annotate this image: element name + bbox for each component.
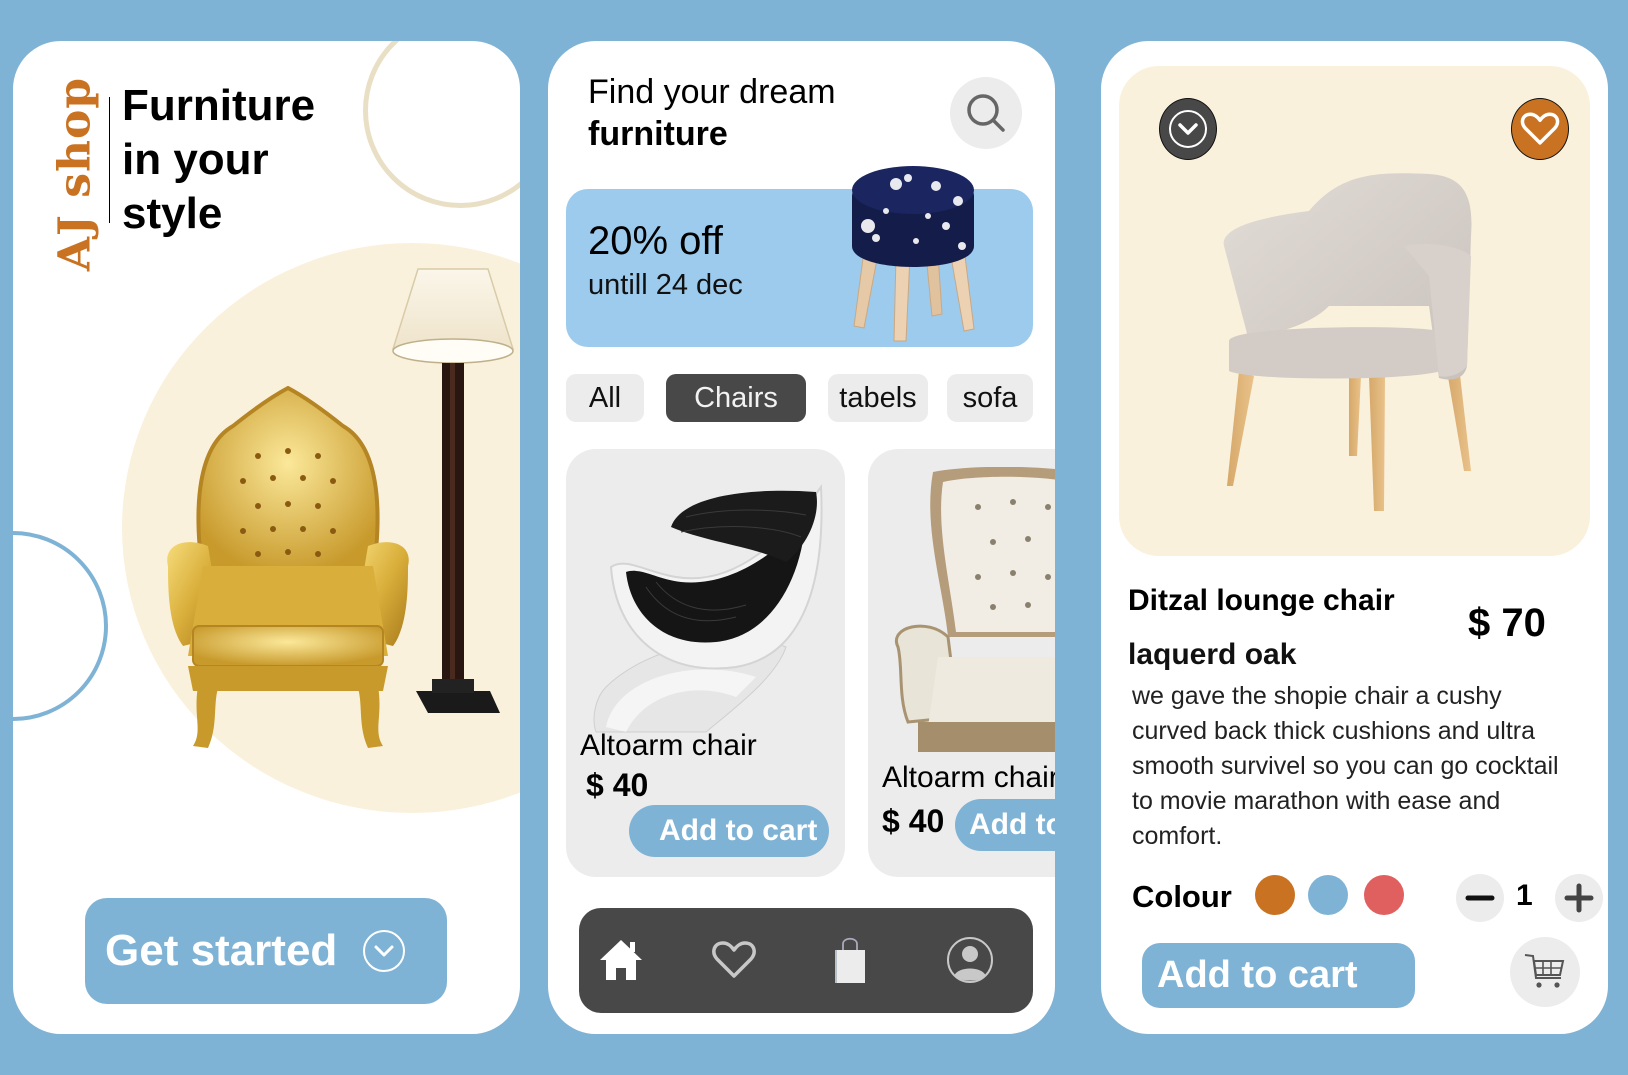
heart-icon	[712, 941, 756, 978]
shopping-cart-icon	[1524, 954, 1565, 988]
hero-title-line: Furniture	[122, 81, 316, 130]
back-button[interactable]	[1159, 98, 1217, 160]
home-title: Find your dream furniture	[588, 71, 836, 155]
product-title: Ditzal lounge chair	[1128, 584, 1395, 617]
search-icon	[967, 94, 1005, 132]
profile-icon	[947, 937, 993, 983]
product-detail-screen: Ditzal lounge chair $ 70 laquerd oak we …	[1101, 41, 1608, 1034]
category-chip-chairs[interactable]: Chairs	[666, 374, 806, 422]
chevron-down-circle-icon	[363, 930, 406, 972]
lounge-chair-image	[1223, 173, 1472, 511]
get-started-button[interactable]: Get started	[85, 898, 447, 1004]
golden-armchair-image	[167, 386, 409, 748]
colour-swatch-red[interactable]	[1364, 875, 1404, 915]
decorative-blue-ring	[13, 531, 108, 721]
brand-logo: AJ shop	[49, 76, 101, 272]
colour-label: Colour	[1132, 879, 1232, 914]
floor-lamp-image	[391, 268, 515, 713]
hero-title-line: in your	[122, 135, 269, 184]
category-chip-all[interactable]: All	[566, 374, 644, 422]
add-to-cart-button[interactable]: Add to cart	[1142, 943, 1415, 1008]
product-price: $ 70	[1468, 601, 1546, 645]
shopping-bag-icon	[835, 937, 865, 983]
throne-chair-image	[894, 467, 1055, 752]
bottom-nav	[579, 908, 1033, 1013]
nav-home[interactable]	[595, 934, 647, 986]
hero-title-line: style	[122, 189, 223, 238]
category-chip-sofa[interactable]: sofa	[947, 374, 1033, 422]
product-price: $ 40	[586, 767, 649, 803]
welcome-screen: AJ shop Furniture in your style Get star…	[13, 41, 520, 1034]
add-to-cart-button[interactable]: Add to cart	[955, 799, 1055, 851]
product-material: laquerd oak	[1128, 638, 1297, 671]
favorite-button[interactable]	[1511, 98, 1569, 160]
search-button[interactable]	[950, 77, 1022, 149]
promo-subline: untill 24 dec	[588, 269, 743, 301]
product-price: $ 40	[882, 803, 945, 839]
decorative-ring	[363, 41, 520, 208]
title-divider	[109, 97, 110, 223]
product-card[interactable]: Altoarm chair $ 40 Add to cart	[868, 449, 1055, 877]
quantity-decrease-button[interactable]	[1456, 874, 1504, 922]
product-image-panel	[1119, 66, 1590, 556]
product-description: we gave the shopie chair a cushy curved …	[1132, 682, 1559, 850]
product-name: Altoarm chair	[580, 729, 757, 762]
nav-profile[interactable]	[944, 934, 996, 986]
category-chip-tabels[interactable]: tabels	[828, 374, 928, 422]
add-to-cart-button[interactable]: Add to cart	[629, 805, 829, 857]
egg-chair-image	[593, 484, 823, 733]
chevron-down-circle-icon	[1169, 110, 1207, 148]
nav-favorites[interactable]	[708, 934, 760, 986]
minus-icon	[1465, 895, 1495, 901]
product-card[interactable]: Altoarm chair $ 40 Add to cart	[566, 449, 845, 877]
colour-swatch-orange[interactable]	[1255, 875, 1295, 915]
hero-title: Furniture in your style	[122, 79, 315, 241]
stool-image	[852, 166, 975, 342]
nav-cart-bag[interactable]	[824, 934, 876, 986]
plus-icon	[1564, 883, 1594, 913]
home-screen: Find your dream furniture 20% off untill…	[548, 41, 1055, 1034]
home-icon	[600, 940, 642, 980]
promo-headline: 20% off	[588, 219, 723, 263]
quantity-increase-button[interactable]	[1555, 874, 1603, 922]
heart-icon	[1520, 112, 1560, 145]
product-name: Altoarm chair	[882, 761, 1055, 794]
cart-button[interactable]	[1510, 937, 1580, 1007]
home-title-line2: furniture	[588, 115, 728, 153]
quantity-value: 1	[1516, 879, 1533, 912]
colour-swatch-blue[interactable]	[1308, 875, 1348, 915]
get-started-label: Get started	[105, 926, 338, 975]
home-title-line1: Find your dream	[588, 73, 836, 111]
